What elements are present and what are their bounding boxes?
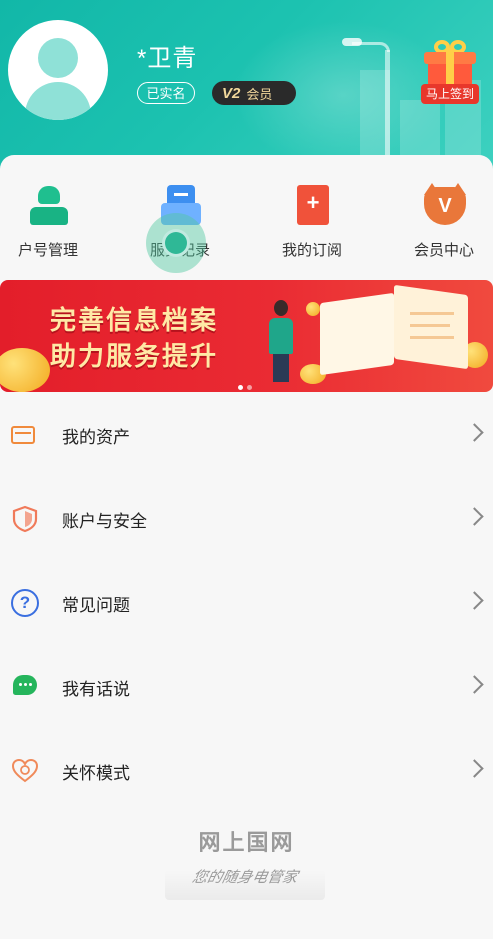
member-center-icon: V (421, 183, 467, 229)
quick-action-subscription[interactable]: + 我的订阅 (262, 183, 362, 260)
pagination-dot (247, 385, 252, 390)
menu-item-label: 我的资产 (62, 428, 130, 447)
care-heart-icon (11, 758, 39, 783)
gift-icon[interactable] (424, 40, 476, 88)
coin-decoration (0, 348, 50, 392)
avatar-body (25, 82, 91, 120)
chevron-right-icon (465, 675, 484, 694)
chevron-right-icon (465, 759, 484, 778)
menu-item-faq[interactable]: ? 常见问题 (0, 561, 493, 645)
menu-item-account-security[interactable]: 账户与安全 (0, 477, 493, 561)
banner-pagination (238, 377, 256, 392)
banner-subheadline: 助力服务提升 (50, 341, 219, 371)
promo-banner[interactable]: 完善信息档案 助力服务提升 (0, 280, 493, 392)
menu-item-label: 我有话说 (62, 680, 130, 699)
quick-actions: 户号管理 服务记录 + 我的订阅 V 会员中心 (0, 155, 493, 275)
quick-action-label: 会员中心 (413, 242, 474, 259)
menu-list: 我的资产 账户与安全 ? 常见问题 我有话说 关怀模式 (0, 393, 493, 813)
avatar-head (38, 38, 78, 78)
signin-button[interactable]: 马上签到 (421, 84, 479, 104)
touch-indicator (146, 213, 206, 273)
menu-item-label: 常见问题 (62, 596, 130, 615)
main-card: 户号管理 服务记录 + 我的订阅 V 会员中心 完善信息档案 助力服务提升 (0, 155, 493, 939)
username: *卫青 (137, 45, 198, 72)
account-user-icon (25, 183, 71, 229)
coin-decoration (306, 302, 320, 316)
book-illustration (320, 284, 470, 376)
question-icon: ? (11, 589, 39, 617)
menu-item-label: 关怀模式 (62, 764, 130, 783)
quick-action-label: 户号管理 (17, 242, 78, 259)
chevron-right-icon (465, 507, 484, 526)
streetlamp-head (342, 38, 362, 46)
menu-item-label: 账户与安全 (62, 512, 147, 531)
quick-action-label: 我的订阅 (281, 242, 342, 259)
person-illustration (264, 300, 298, 386)
footer-brand: 网上国网 (198, 830, 295, 855)
vip-badge[interactable]: V2 会员 (212, 81, 296, 105)
profile-header: *卫青 已实名 V2 会员 马上签到 (0, 0, 493, 175)
wallet-icon (11, 426, 35, 444)
chevron-right-icon (465, 423, 484, 442)
quick-action-account[interactable]: 户号管理 (0, 183, 98, 260)
vip-level: V2 (222, 84, 241, 102)
menu-item-feedback[interactable]: 我有话说 (0, 645, 493, 729)
chat-icon (11, 673, 39, 701)
quick-action-member-center[interactable]: V 会员中心 (394, 183, 493, 260)
banner-headline: 完善信息档案 (50, 305, 219, 335)
shield-icon (12, 505, 38, 533)
vip-label: 会员 (246, 86, 273, 102)
pagination-dot-active (238, 385, 243, 390)
chevron-right-icon (465, 591, 484, 610)
menu-item-care-mode[interactable]: 关怀模式 (0, 729, 493, 813)
menu-item-assets[interactable]: 我的资产 (0, 393, 493, 477)
verified-badge: 已实名 (137, 82, 195, 104)
subscription-icon: + (289, 183, 335, 229)
avatar[interactable] (8, 20, 108, 120)
footer-slogan: 您的随身电管家 (190, 868, 300, 886)
